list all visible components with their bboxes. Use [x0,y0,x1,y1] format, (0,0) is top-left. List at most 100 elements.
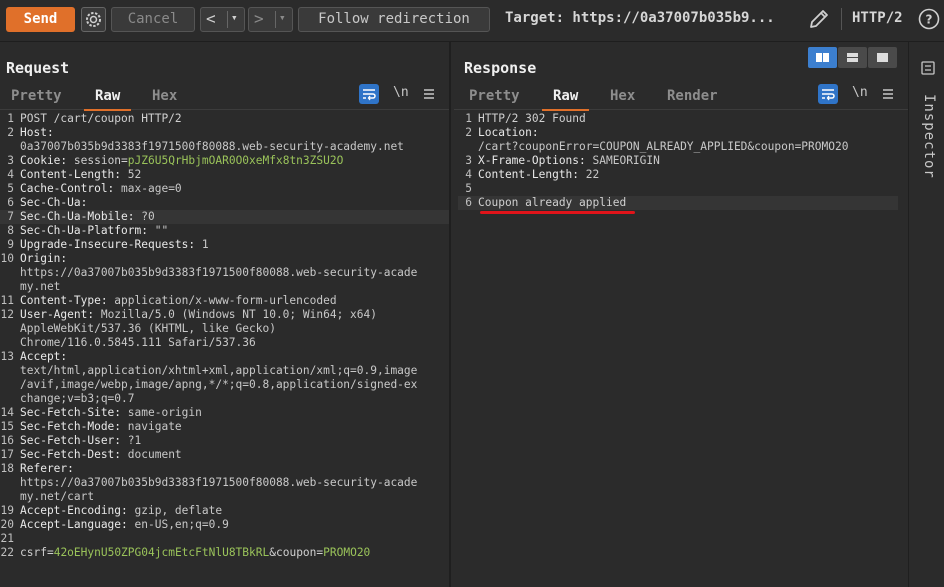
send-button[interactable]: Send [6,7,75,32]
tab-hex[interactable]: Hex [152,86,177,110]
request-line[interactable]: 11 Content-Type: application/x-www-form-u… [0,294,449,308]
request-line[interactable]: 13 Accept: [0,350,449,364]
code-token: PROMO20 [323,546,371,559]
line-number: 22 [0,546,14,559]
request-line[interactable]: change;v=b3;q=0.7 [0,392,449,406]
line-number: 5 [465,182,472,195]
layout-side-by-side-button[interactable] [808,47,837,68]
line-number: 3 [7,154,14,167]
code-token: Content-Length: [20,168,128,181]
request-line[interactable]: my.net [0,280,449,294]
request-editor[interactable]: 1 POST /cart/coupon HTTP/2 2 Host: 0a37007b0… [0,112,449,560]
code-token: Origin: [20,252,68,265]
code-token: https://0a37007b035b9d3383f1971500f80088… [20,476,418,489]
code-token: 22 [585,168,600,181]
line-number: 20 [0,518,14,531]
request-line[interactable]: Chrome/116.0.5845.111 Safari/537.36 [0,336,449,350]
line-number: 16 [0,434,14,447]
code-token: my.net/cart [20,490,95,503]
request-line[interactable]: 18 Referer: [0,462,449,476]
line-number: 8 [7,224,14,237]
request-line[interactable]: 8 Sec-Ch-Ua-Platform: "" [0,224,449,238]
request-line[interactable]: 14 Sec-Fetch-Site: same-origin [0,406,449,420]
wrap-lines-icon[interactable] [359,84,379,104]
line-number: 21 [0,532,14,545]
request-line[interactable]: /avif,image/webp,image/apng,*/*;q=0.8,ap… [0,378,449,392]
response-line[interactable]: /cart?couponError=COUPON_ALREADY_APPLIED… [458,140,898,154]
menu-icon[interactable] [419,84,439,104]
code-token: Sec-Ch-Ua-Mobile: [20,210,142,223]
response-line[interactable]: 3 X-Frame-Options: SAMEORIGIN [458,154,898,168]
help-icon[interactable]: ? [918,8,940,30]
menu-icon[interactable] [878,84,898,104]
request-line[interactable]: 21 [0,532,449,546]
layout-stacked-button[interactable] [838,47,867,68]
follow-redirection-button[interactable]: Follow redirection [298,7,490,32]
response-line[interactable]: 4 Content-Length: 22 [458,168,898,182]
inspector-sidebar[interactable]: Inspector [908,42,944,587]
request-tabs: Pretty Raw Hex [0,86,449,111]
response-line[interactable]: 6 Coupon already applied [458,196,898,210]
code-token: &coupon= [269,546,324,559]
request-line[interactable]: AppleWebKit/537.36 (KHTML, like Gecko) [0,322,449,336]
tab-render[interactable]: Render [667,86,718,110]
line-number: 18 [0,462,14,475]
request-line[interactable]: 4 Content-Length: 52 [0,168,449,182]
response-line[interactable]: 2 Location: [458,126,898,140]
line-number: 9 [7,238,14,251]
back-button[interactable]: < ▾ [200,7,245,32]
http-version[interactable]: HTTP/2 [852,10,903,26]
cancel-button[interactable]: Cancel [111,7,195,32]
response-line[interactable]: 1 HTTP/2 302 Found [458,112,898,126]
request-line[interactable]: 5 Cache-Control: max-age=0 [0,182,449,196]
request-line[interactable]: text/html,application/xhtml+xml,applicat… [0,364,449,378]
tab-hex[interactable]: Hex [610,86,635,110]
request-line[interactable]: 9 Upgrade-Insecure-Requests: 1 [0,238,449,252]
request-line[interactable]: 22 csrf=42oEHynU50ZPG04jcmEtcFtNlU8TBkRL&… [0,546,449,560]
code-token: pJZ6U5QrHbjmOAR0O0xeMfx8tn3ZSU2O [127,154,344,167]
request-line[interactable]: 16 Sec-Fetch-User: ?1 [0,434,449,448]
forward-dropdown-icon[interactable]: ▾ [279,11,286,24]
code-token: Location: [478,126,539,139]
tab-raw[interactable]: Raw [83,86,132,111]
settings-button[interactable] [81,7,106,32]
show-newlines-toggle[interactable]: \n [852,85,868,100]
inspector-icon[interactable] [920,60,936,76]
request-line[interactable]: 20 Accept-Language: en-US,en;q=0.9 [0,518,449,532]
code-token: Mozilla/5.0 (Windows NT 10.0; Win64; x64… [100,308,377,321]
request-line[interactable]: 3 Cookie: session=pJZ6U5QrHbjmOAR0O0xeMfx… [0,154,449,168]
line-number: 4 [465,168,472,181]
tab-raw[interactable]: Raw [541,86,590,111]
request-line[interactable]: 1 POST /cart/coupon HTTP/2 [0,112,449,126]
pencil-icon[interactable] [807,7,831,31]
request-line[interactable]: 2 Host: [0,126,449,140]
layout-tabs-button[interactable] [868,47,897,68]
toolbar: Send Cancel < ▾ > ▾ Follow redirection T… [0,0,944,42]
request-line[interactable]: 15 Sec-Fetch-Mode: navigate [0,420,449,434]
show-newlines-toggle[interactable]: \n [393,85,409,100]
wrap-lines-icon[interactable] [818,84,838,104]
forward-button[interactable]: > ▾ [248,7,293,32]
request-line[interactable]: https://0a37007b035b9d3383f1971500f80088… [0,266,449,280]
request-line[interactable]: 10 Origin: [0,252,449,266]
annotation-underline [480,211,635,214]
request-line[interactable]: 19 Accept-Encoding: gzip, deflate [0,504,449,518]
code-token: 0a37007b035b9d3383f1971500f80088.web-sec… [20,140,404,153]
tab-pretty[interactable]: Pretty [469,86,520,110]
request-line[interactable]: https://0a37007b035b9d3383f1971500f80088… [0,476,449,490]
request-line[interactable]: 17 Sec-Fetch-Dest: document [0,448,449,462]
response-line[interactable]: 5 [458,182,898,196]
request-line[interactable]: 7 Sec-Ch-Ua-Mobile: ?0 [0,210,449,224]
tab-pretty[interactable]: Pretty [11,86,62,110]
request-line[interactable]: 0a37007b035b9d3383f1971500f80088.web-sec… [0,140,449,154]
code-token: Accept: [20,350,68,363]
request-line[interactable]: 12 User-Agent: Mozilla/5.0 (Windows NT 10… [0,308,449,322]
back-dropdown-icon[interactable]: ▾ [231,11,238,24]
line-number: 5 [7,182,14,195]
inspector-label[interactable]: Inspector [917,94,937,179]
back-arrow-icon: < [206,9,216,28]
response-viewer[interactable]: 1 HTTP/2 302 Found 2 Location:/cart?couponE… [454,112,898,210]
request-line[interactable]: 6 Sec-Ch-Ua: [0,196,449,210]
code-token: Referer: [20,462,74,475]
request-line[interactable]: my.net/cart [0,490,449,504]
